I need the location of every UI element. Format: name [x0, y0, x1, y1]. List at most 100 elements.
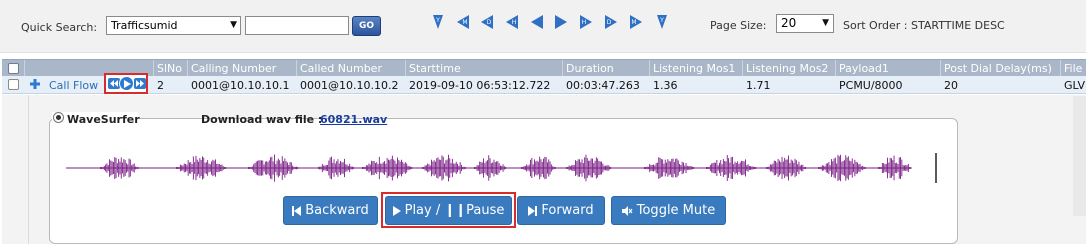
waveform-bar — [708, 167, 710, 169]
waveform-bar — [257, 160, 258, 176]
backward-button[interactable]: Backward — [283, 196, 378, 225]
waveform-bar — [773, 160, 775, 176]
waveform-bar — [497, 161, 499, 175]
waveform-bar — [593, 163, 595, 173]
waveform-bar — [795, 160, 797, 176]
page-size-label: Page Size: — [710, 19, 767, 32]
waveform-bar — [684, 165, 686, 171]
mini-player-controls[interactable] — [104, 73, 148, 94]
table-row[interactable]: Call Flow 2 0001@10.10.10.1 0001@10.10.1… — [2, 73, 1086, 94]
waveform-bar — [281, 156, 283, 180]
waveform-bar — [610, 167, 612, 169]
toggle-mute-button[interactable]: Toggle Mute — [611, 196, 726, 225]
wavesurfer-radio[interactable] — [53, 112, 64, 123]
waveform-bar — [675, 158, 677, 178]
waveform-bar — [660, 159, 662, 177]
next-day-icon[interactable]: D — [604, 13, 618, 31]
column-header-listening-mos2[interactable]: Listening Mos2 — [746, 62, 828, 75]
search-toolbar: Quick Search: Trafficsumid ▼ GO Y M D H … — [0, 0, 1086, 53]
column-header-file[interactable]: File — [1064, 62, 1082, 75]
expand-plus-icon[interactable] — [29, 78, 41, 90]
waveform-bar — [906, 165, 908, 171]
waveform-bar — [854, 159, 856, 177]
waveform-bar — [777, 158, 779, 177]
waveform-bar — [838, 156, 840, 180]
next-year-icon[interactable]: Y — [655, 13, 669, 31]
waveform-bar — [887, 157, 888, 179]
forward-button[interactable]: Forward — [517, 196, 605, 225]
waveform-bar — [462, 166, 464, 170]
waveform-bar — [189, 162, 190, 174]
waveform-bar — [442, 156, 444, 180]
svg-text:D: D — [607, 19, 612, 26]
waveform-bar — [449, 158, 451, 178]
waveform-bar — [334, 163, 336, 173]
column-header-called-number[interactable]: Called Number — [300, 62, 382, 75]
column-header-listening-mos1[interactable]: Listening Mos1 — [653, 62, 735, 75]
waveform-bar — [666, 162, 667, 174]
quick-search-field-select[interactable]: Trafficsumid ▼ — [106, 16, 241, 35]
go-button[interactable]: GO — [352, 16, 381, 36]
column-header-starttime[interactable]: Starttime — [409, 62, 461, 75]
waveform-bar — [745, 159, 746, 177]
waveform-bar — [724, 161, 726, 175]
waveform-bar — [654, 165, 656, 171]
page-size-value: 20 — [781, 16, 797, 30]
next-month-icon[interactable]: M — [629, 13, 643, 31]
quick-search-input[interactable] — [245, 16, 349, 35]
column-header-duration[interactable]: Duration — [566, 62, 614, 75]
grid-header: SlNo Calling Number Called Number Startt… — [2, 59, 1086, 77]
waveform-bar — [198, 161, 199, 175]
waveform-bar — [892, 160, 894, 176]
column-header-payload1[interactable]: Payload1 — [839, 62, 889, 75]
column-header-slno[interactable]: SlNo — [157, 62, 182, 75]
call-flow-link[interactable]: Call Flow — [49, 79, 98, 92]
next-hour-icon[interactable]: H — [579, 13, 593, 31]
waveform-bar — [598, 160, 600, 176]
waveform-bar — [712, 163, 714, 173]
previous-day-icon[interactable]: D — [480, 13, 494, 31]
waveform-bar — [594, 160, 596, 176]
row-checkbox[interactable] — [8, 79, 19, 90]
previous-page-icon[interactable] — [530, 13, 544, 31]
audio-waveform[interactable] — [66, 150, 938, 186]
select-all-checkbox[interactable] — [8, 63, 19, 74]
cell-calling-number: 0001@10.10.10.1 — [191, 79, 290, 92]
waveform-bar — [483, 158, 484, 178]
waveform-bar — [424, 165, 426, 171]
waveform-bar — [741, 160, 742, 176]
page-size-select[interactable]: 20 ▼ — [776, 14, 834, 33]
waveform-bar — [196, 159, 198, 177]
column-header-calling-number[interactable]: Calling Number — [191, 62, 276, 75]
waveform-bar — [781, 156, 783, 180]
waveform-bar — [271, 156, 273, 180]
previous-year-icon[interactable]: Y — [431, 13, 445, 31]
waveform-bar — [545, 157, 547, 179]
waveform-bar — [853, 163, 854, 173]
column-header-post-dial-delay[interactable]: Post Dial Delay(ms) — [944, 62, 1052, 75]
previous-hour-icon[interactable]: H — [505, 13, 519, 31]
waveform-bar — [737, 161, 739, 175]
waveform-bar — [671, 158, 673, 178]
waveform-bar — [319, 166, 321, 170]
waveform-bar — [204, 162, 206, 174]
waveform-bar — [292, 165, 294, 171]
previous-month-icon[interactable]: M — [456, 13, 470, 31]
waveform-bar — [367, 165, 369, 171]
waveform-bar — [784, 157, 786, 178]
waveform-bar — [566, 167, 567, 169]
waveform-bar — [530, 159, 531, 177]
waveform-bar — [371, 160, 372, 176]
waveform-bar — [685, 162, 687, 174]
waveform-bar — [377, 164, 379, 172]
waveform-bar — [453, 163, 455, 173]
vertical-scrollbar[interactable] — [1073, 96, 1086, 216]
next-page-icon[interactable] — [554, 13, 568, 31]
waveform-bar — [751, 166, 753, 170]
waveform-bar — [446, 159, 448, 177]
download-wav-link[interactable]: 60821.wav — [320, 113, 387, 126]
waveform-bar — [429, 165, 431, 171]
waveform-bar — [588, 160, 589, 176]
waveform-bar — [679, 164, 680, 172]
waveform-bar — [829, 165, 831, 171]
